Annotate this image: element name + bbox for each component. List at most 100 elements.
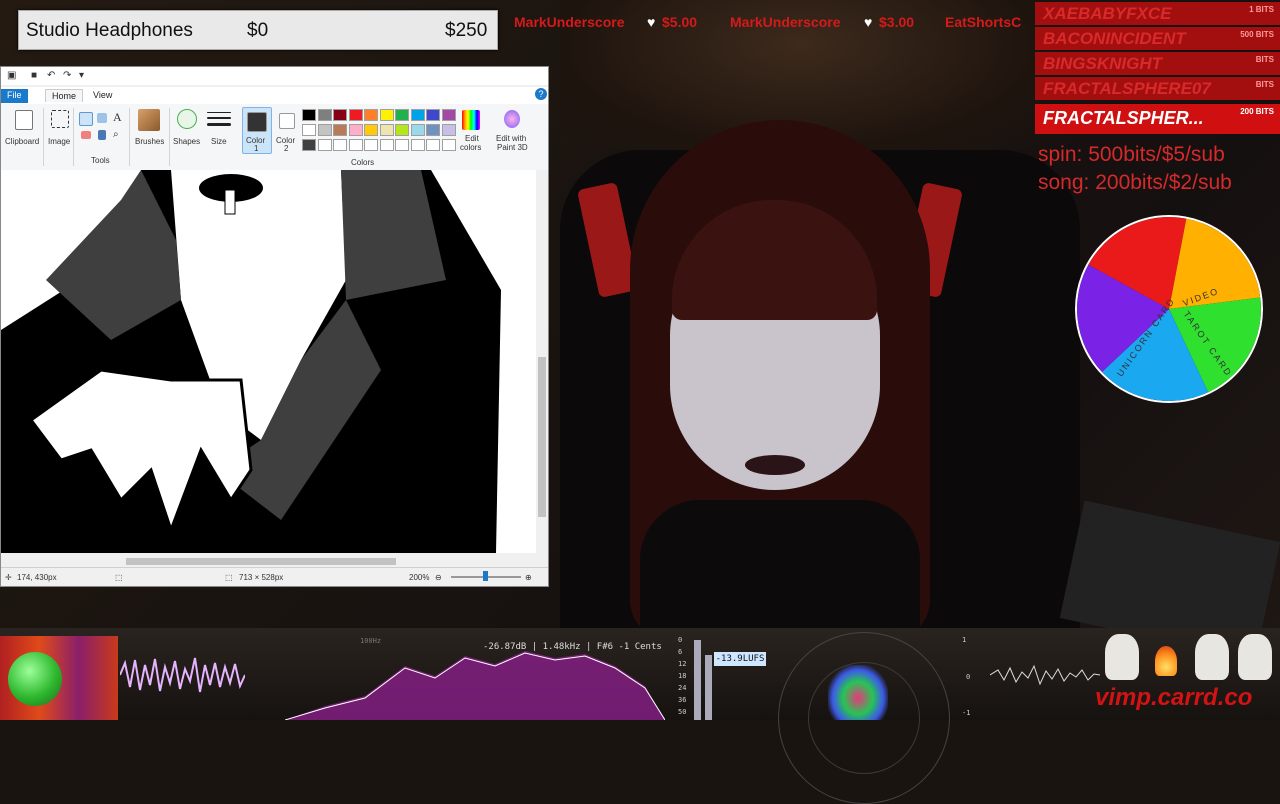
- ribbon-separator: [73, 108, 74, 166]
- drawing-canvas[interactable]: [1, 170, 536, 553]
- palette-swatch[interactable]: [317, 139, 332, 151]
- size-line-3: [207, 123, 231, 126]
- palette-swatch[interactable]: [302, 139, 316, 151]
- zoom-level: 200%: [409, 573, 430, 582]
- pencil-icon[interactable]: [79, 112, 93, 126]
- save-icon[interactable]: ■: [31, 70, 37, 81]
- palette-swatch[interactable]: [333, 109, 347, 121]
- select-icon[interactable]: [51, 110, 69, 128]
- fill-icon[interactable]: [97, 113, 107, 123]
- status-orb: [8, 652, 62, 706]
- palette-swatch[interactable]: [410, 109, 425, 121]
- image-button[interactable]: Image: [48, 137, 70, 146]
- palette-swatch[interactable]: [317, 109, 332, 121]
- palette-swatch[interactable]: [426, 139, 440, 151]
- cat-decoration: [1195, 634, 1229, 680]
- loudness-meter-scale: 0 6 12 18 24 36 50: [672, 636, 692, 716]
- leaderboard-row: BINGSKNIGHT BITS: [1035, 52, 1280, 75]
- palette-swatch[interactable]: [333, 139, 347, 151]
- horizontal-scroll-thumb[interactable]: [126, 558, 396, 565]
- palette-swatch[interactable]: [348, 124, 363, 136]
- palette-swatch[interactable]: [379, 139, 394, 151]
- paint3d-label-2[interactable]: Paint 3D: [497, 143, 528, 152]
- vectorscope-signal: [828, 665, 888, 720]
- color2-swatch[interactable]: [279, 113, 295, 129]
- palette-swatch[interactable]: [317, 124, 332, 136]
- ticker-amount: $3.00: [879, 14, 915, 30]
- scope-tick: -1: [962, 709, 971, 717]
- vertical-scroll-thumb[interactable]: [538, 357, 546, 517]
- palette-swatch[interactable]: [379, 109, 394, 121]
- leaderboard-row: BACONINCIDENT 500 BITS: [1035, 27, 1280, 50]
- zoom-out-button[interactable]: ⊖: [435, 573, 442, 582]
- meter-tick: 24: [678, 684, 687, 692]
- loudness-meter-bar: [705, 655, 712, 720]
- palette-swatch[interactable]: [410, 124, 425, 136]
- cursor-icon: ✛: [5, 573, 12, 582]
- ribbon-separator: [129, 108, 130, 166]
- leaderboard-name: BINGSKNIGHT: [1043, 54, 1162, 73]
- paint3d-label[interactable]: Edit with: [496, 134, 526, 143]
- fire-decoration: [1155, 646, 1177, 676]
- palette-swatch[interactable]: [364, 139, 378, 151]
- ticker-user: EatShortsC: [945, 14, 1022, 30]
- ribbon-separator: [169, 108, 170, 166]
- paint-window[interactable]: ▣ ■ ↶ ↷ ▾ File Home View ? Clipboard Ima…: [0, 66, 549, 587]
- palette-swatch[interactable]: [441, 109, 456, 121]
- spin-wheel: VIDEO TAROT CARD UNICORN CARD: [1075, 215, 1263, 403]
- edit-colors-label-2[interactable]: colors: [460, 143, 481, 152]
- magnifier-icon[interactable]: ⌕: [113, 129, 119, 140]
- shapes-icon[interactable]: [177, 109, 197, 129]
- palette-swatch[interactable]: [395, 124, 409, 136]
- palette-swatch[interactable]: [302, 124, 316, 136]
- tools-group-label: Tools: [91, 156, 110, 165]
- palette-swatch[interactable]: [426, 124, 440, 136]
- leaderboard-amount: 1 BITS: [1249, 5, 1274, 14]
- heart-icon: ♥: [864, 14, 873, 30]
- paint3d-icon[interactable]: [504, 110, 520, 128]
- palette-swatch[interactable]: [379, 124, 394, 136]
- palette-swatch[interactable]: [395, 139, 409, 151]
- palette-swatch[interactable]: [364, 124, 378, 136]
- goal-item-name: Studio Headphones: [26, 20, 193, 41]
- tab-home[interactable]: Home: [45, 89, 84, 102]
- size-line-1: [207, 112, 231, 113]
- brushes-button[interactable]: Brushes: [135, 137, 164, 146]
- brush-icon[interactable]: [138, 109, 160, 131]
- leaderboard-amount: BITS: [1255, 80, 1274, 89]
- palette-swatch[interactable]: [348, 109, 363, 121]
- palette-swatch[interactable]: [333, 124, 347, 136]
- clipboard-button[interactable]: Clipboard: [5, 137, 39, 146]
- color-picker-icon[interactable]: [98, 130, 106, 140]
- edit-colors-label[interactable]: Edit: [465, 134, 479, 143]
- tab-view[interactable]: View: [87, 89, 118, 101]
- tab-file[interactable]: File: [1, 89, 28, 103]
- zoom-in-button[interactable]: ⊕: [525, 573, 532, 582]
- ribbon: Clipboard Image A ⌕ Tools Brushes Shapes…: [1, 104, 548, 171]
- palette-swatch[interactable]: [348, 139, 363, 151]
- redo-icon[interactable]: ↷: [63, 70, 71, 81]
- palette-swatch[interactable]: [426, 109, 440, 121]
- eraser-icon[interactable]: [81, 131, 91, 139]
- leaderboard-name: XAEBABYFXCE: [1043, 4, 1172, 23]
- zoom-slider-thumb[interactable]: [483, 571, 488, 581]
- palette-swatch[interactable]: [302, 109, 316, 121]
- palette-swatch[interactable]: [410, 139, 425, 151]
- loudness-meter-bar: [694, 640, 701, 720]
- customize-qa-icon[interactable]: ▾: [79, 70, 84, 81]
- meter-tick: 50: [678, 708, 687, 716]
- undo-icon[interactable]: ↶: [47, 70, 55, 81]
- help-icon[interactable]: ?: [535, 88, 547, 100]
- scope-tick: 0: [966, 673, 971, 681]
- size-button[interactable]: Size: [211, 137, 227, 146]
- edit-colors-icon[interactable]: [462, 110, 480, 130]
- freq-label: 100Hz: [360, 637, 382, 645]
- palette-swatch[interactable]: [395, 109, 409, 121]
- palette-swatch[interactable]: [441, 124, 456, 136]
- clipboard-icon[interactable]: [15, 110, 33, 130]
- palette-swatch[interactable]: [364, 109, 378, 121]
- palette-swatch[interactable]: [441, 139, 456, 151]
- text-icon[interactable]: A: [113, 110, 122, 125]
- shapes-button[interactable]: Shapes: [173, 137, 200, 146]
- ticker-user: MarkUnderscore: [514, 14, 625, 30]
